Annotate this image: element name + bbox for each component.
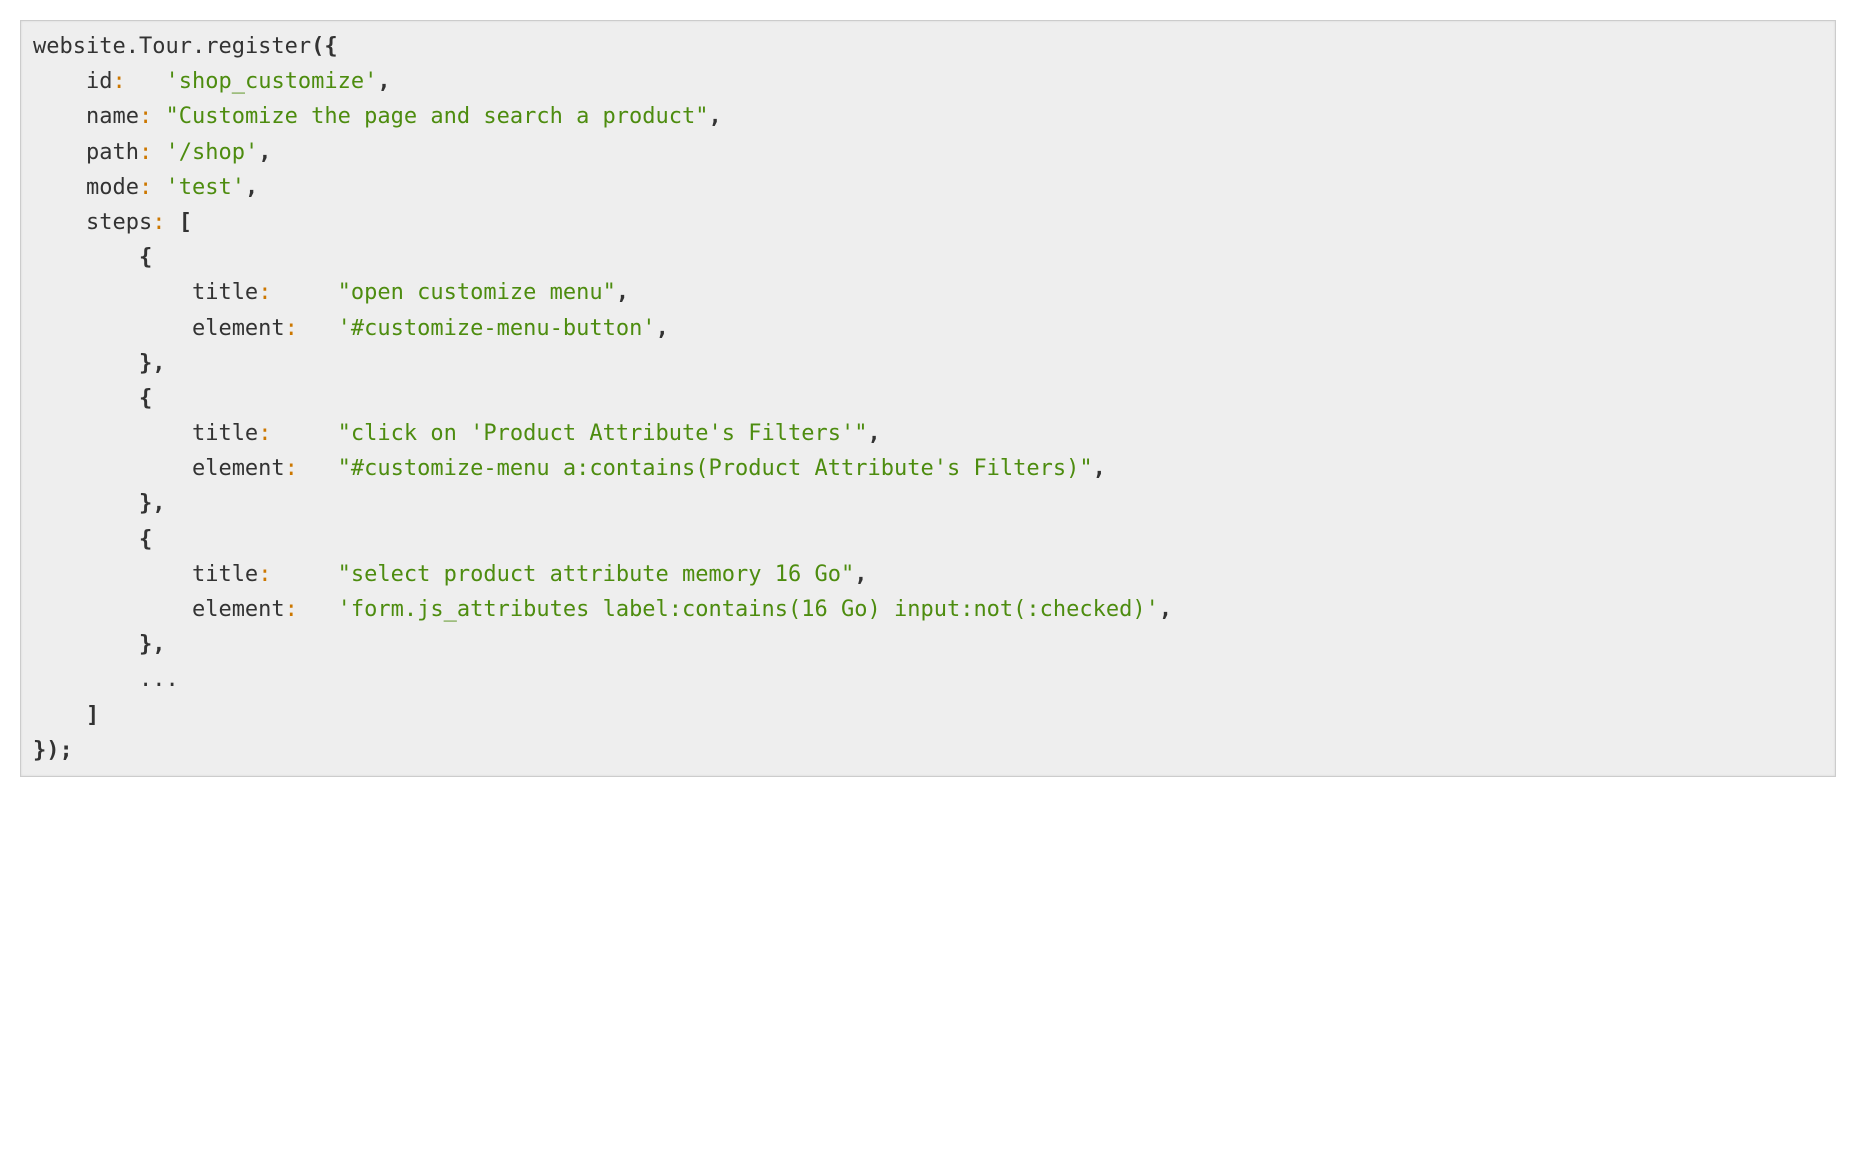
token: }); [33, 738, 73, 763]
code-line-11: { [33, 386, 152, 411]
token-string: "#customize-menu a:contains(Product Attr… [338, 456, 1093, 481]
token: , [1159, 597, 1172, 622]
token: , [709, 104, 722, 129]
code-line-6: steps: [ [33, 210, 192, 235]
token-colon: : [285, 597, 298, 622]
code-snippet: website.Tour.register({ id: 'shop_custom… [20, 20, 1836, 777]
token-colon: : [139, 175, 152, 200]
token-string: '#customize-menu-button' [338, 316, 656, 341]
code-line-17: element: 'form.js_attributes label:conta… [33, 597, 1172, 622]
token-string: '/shop' [165, 140, 258, 165]
token: ... [139, 667, 179, 692]
token-colon: : [258, 562, 271, 587]
code-line-13: element: "#customize-menu a:contains(Pro… [33, 456, 1106, 481]
code-line-15: { [33, 527, 152, 552]
token: , [854, 562, 867, 587]
token: , [258, 140, 271, 165]
code-line-21: }); [33, 738, 73, 763]
token: }, [139, 632, 166, 657]
token-key: name [86, 104, 139, 129]
token-colon: : [139, 140, 152, 165]
code-line-14: }, [33, 491, 165, 516]
token-colon: : [258, 280, 271, 305]
token: register [205, 34, 311, 59]
code-line-3: name: "Customize the page and search a p… [33, 104, 722, 129]
token: { [139, 386, 152, 411]
token-string: "Customize the page and search a product… [165, 104, 708, 129]
code-line-1: website.Tour.register({ [33, 34, 338, 59]
token-colon: : [152, 210, 165, 235]
token-key: id [86, 69, 113, 94]
token-string: "select product attribute memory 16 Go" [338, 562, 855, 587]
code-line-19: ... [33, 667, 179, 692]
token-string: "click on 'Product Attribute's Filters'" [338, 421, 868, 446]
token-string: 'form.js_attributes label:contains(16 Go… [338, 597, 1159, 622]
token: , [1093, 456, 1106, 481]
token-colon: : [258, 421, 271, 446]
token-colon: : [285, 316, 298, 341]
token-key: element [192, 316, 285, 341]
token: , [245, 175, 258, 200]
token-string: "open customize menu" [338, 280, 616, 305]
code-line-18: }, [33, 632, 165, 657]
token: website [33, 34, 126, 59]
token: { [139, 245, 152, 270]
token: [ [165, 210, 192, 235]
code-line-8: title: "open customize menu", [33, 280, 629, 305]
token: { [139, 527, 152, 552]
token-colon: : [139, 104, 152, 129]
token-key: title [192, 562, 258, 587]
token-colon: : [285, 456, 298, 481]
token-key: element [192, 597, 285, 622]
token: . [126, 34, 139, 59]
code-line-16: title: "select product attribute memory … [33, 562, 867, 587]
token: , [616, 280, 629, 305]
token: ({ [311, 34, 338, 59]
token: . [192, 34, 205, 59]
code-line-12: title: "click on 'Product Attribute's Fi… [33, 421, 881, 446]
token-colon: : [112, 69, 125, 94]
token: }, [139, 491, 166, 516]
token-key: title [192, 280, 258, 305]
token: , [867, 421, 880, 446]
token-key: mode [86, 175, 139, 200]
token: , [656, 316, 669, 341]
token-key: element [192, 456, 285, 481]
code-line-4: path: '/shop', [33, 140, 271, 165]
code-line-20: ] [33, 703, 99, 728]
token-string: 'test' [165, 175, 244, 200]
token: , [377, 69, 390, 94]
code-line-10: }, [33, 351, 165, 376]
code-line-7: { [33, 245, 152, 270]
code-line-9: element: '#customize-menu-button', [33, 316, 669, 341]
token-key: steps [86, 210, 152, 235]
token-key: title [192, 421, 258, 446]
code-line-5: mode: 'test', [33, 175, 258, 200]
token-string: 'shop_customize' [165, 69, 377, 94]
token: ] [86, 703, 99, 728]
token: }, [139, 351, 166, 376]
token-key: path [86, 140, 139, 165]
code-line-2: id: 'shop_customize', [33, 69, 391, 94]
token: Tour [139, 34, 192, 59]
